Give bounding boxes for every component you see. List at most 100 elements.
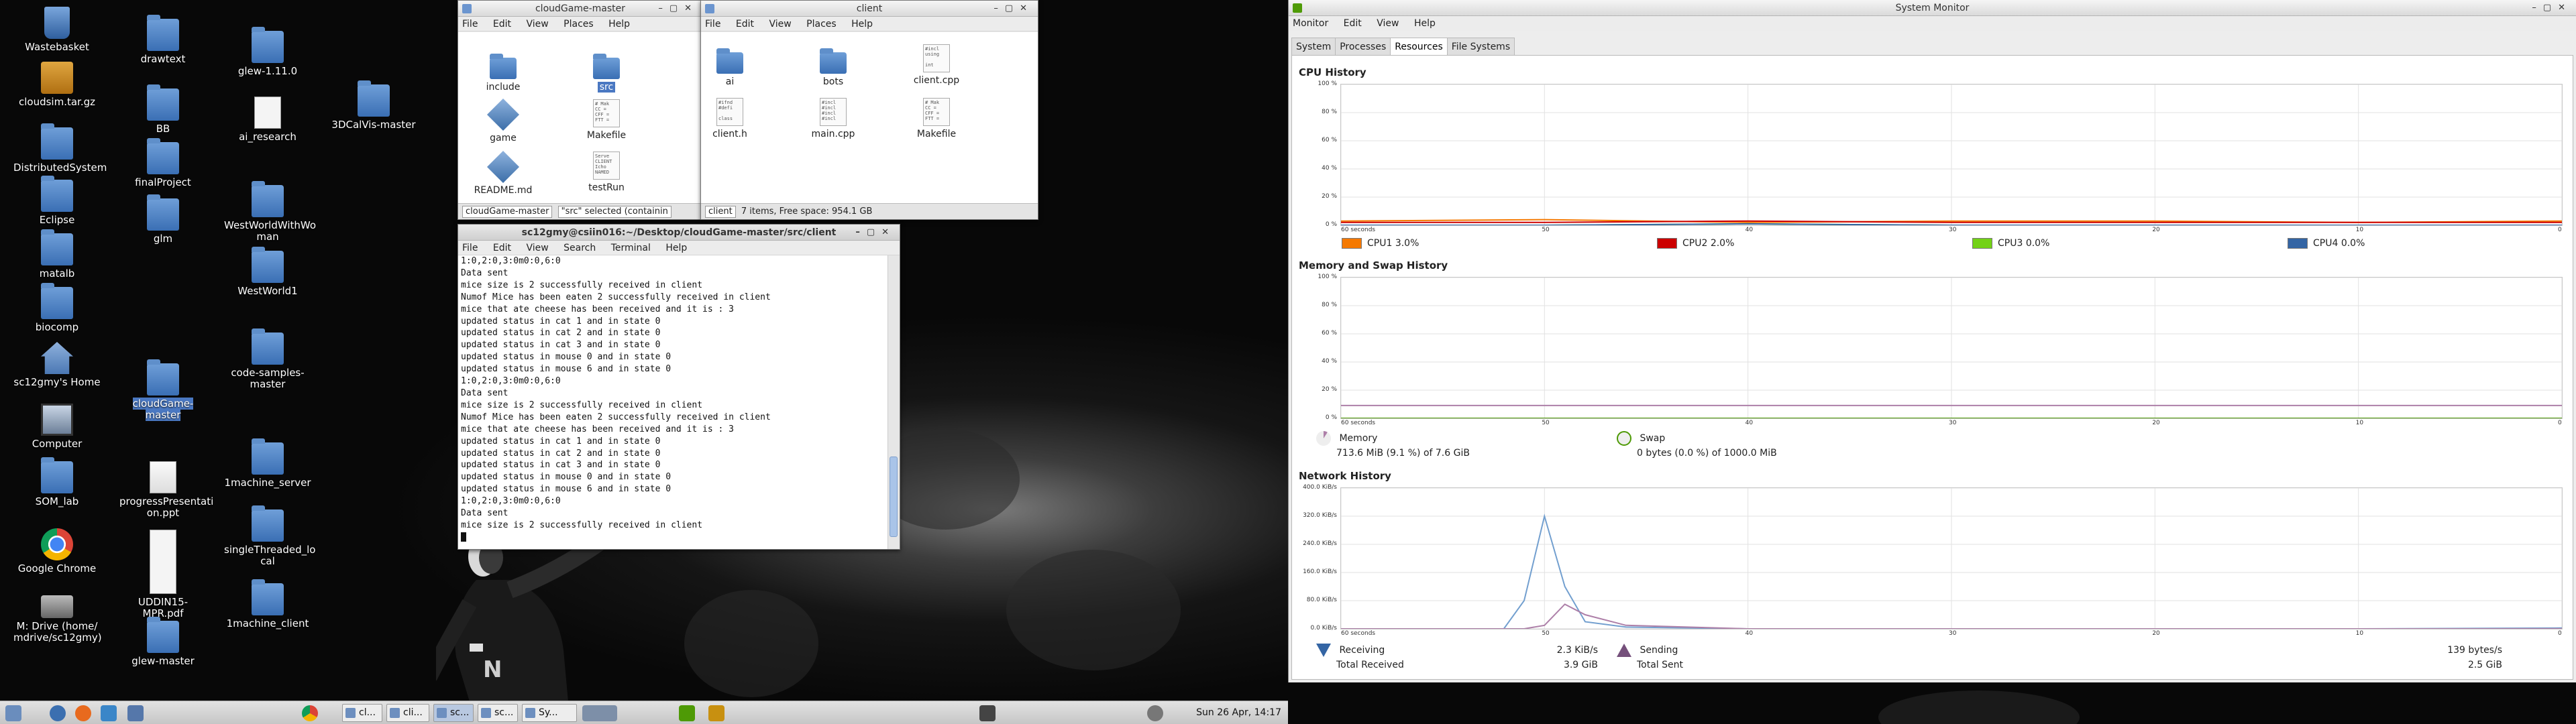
- clock[interactable]: Sun 26 Apr, 14:17: [1196, 701, 1281, 724]
- fm-right-item[interactable]: #incl using int client.cpp: [900, 44, 973, 86]
- taskbar-button-cloudgame[interactable]: cl...: [342, 704, 382, 722]
- taskbar-button-terminal-2[interactable]: sc...: [478, 704, 518, 722]
- tab-file-systems[interactable]: File Systems: [1446, 38, 1515, 55]
- desktop-icon-eclipse[interactable]: Eclipse: [13, 176, 101, 226]
- terminal-icon[interactable]: [979, 705, 996, 721]
- folder-icon[interactable]: [708, 705, 724, 721]
- color-swatch[interactable]: [1657, 238, 1677, 249]
- volume-icon[interactable]: [1147, 705, 1163, 721]
- fm-left-item[interactable]: Serve CLIENT Icho NAMED testRun: [570, 152, 643, 193]
- desktop-icon-westworldwithwoman[interactable]: WestWorldWithWo man: [224, 181, 316, 243]
- menu-file[interactable]: File: [462, 19, 478, 29]
- desktop-icon-bb[interactable]: BB: [119, 84, 207, 135]
- help-icon[interactable]: [127, 705, 144, 721]
- desktop-icon-matalb[interactable]: matalb: [13, 229, 101, 280]
- window-controls[interactable]: –▢✕: [2532, 0, 2572, 16]
- color-swatch[interactable]: [1972, 238, 1992, 249]
- workspace-switcher[interactable]: [582, 705, 617, 721]
- desktop-icon-biocomp[interactable]: biocomp: [13, 283, 101, 333]
- menu-terminal[interactable]: Terminal: [611, 243, 651, 253]
- desktop-icon-1machine-client[interactable]: 1machine_client: [224, 579, 311, 629]
- menu-edit[interactable]: Edit: [493, 243, 511, 253]
- desktop-icon-som-lab[interactable]: SOM_lab: [13, 457, 101, 507]
- desktop-icon-progresspresentation[interactable]: progressPresentati on.ppt: [119, 461, 213, 519]
- app-icon[interactable]: [679, 705, 695, 721]
- menu-places[interactable]: Places: [564, 19, 594, 29]
- fm-left-titlebar[interactable]: cloudGame-master –▢✕: [458, 1, 702, 17]
- start-menu-icon[interactable]: [5, 705, 21, 721]
- menu-help[interactable]: Help: [1414, 18, 1436, 29]
- window-controls[interactable]: –▢✕: [994, 1, 1034, 17]
- fm-left-icon-view[interactable]: include src game # Mak CC = CFF = FTT = Make…: [458, 32, 702, 203]
- menu-edit[interactable]: Edit: [1344, 18, 1362, 29]
- menu-edit[interactable]: Edit: [736, 19, 754, 29]
- fm-right-titlebar[interactable]: client –▢✕: [701, 1, 1038, 17]
- window-controls[interactable]: –▢✕: [855, 225, 896, 241]
- menu-search[interactable]: Search: [564, 243, 596, 253]
- menu-places[interactable]: Places: [806, 19, 837, 29]
- desktop-icon-glm[interactable]: glm: [119, 194, 207, 245]
- menu-monitor[interactable]: Monitor: [1293, 18, 1328, 29]
- tab-processes[interactable]: Processes: [1335, 38, 1391, 55]
- menu-help[interactable]: Help: [851, 19, 873, 29]
- menu-view[interactable]: View: [1377, 18, 1399, 29]
- tab-resources[interactable]: Resources: [1390, 38, 1448, 55]
- terminal-output[interactable]: 1:0,2:0,3:0m0:0,6:0 Data sent mice size is…: [458, 255, 888, 549]
- fm-left-item[interactable]: game: [466, 98, 540, 143]
- menu-file[interactable]: File: [705, 19, 720, 29]
- menu-edit[interactable]: Edit: [493, 19, 511, 29]
- tab-system[interactable]: System: [1291, 38, 1336, 55]
- tools-icon[interactable]: [101, 705, 117, 721]
- taskbar-button-client[interactable]: cli...: [386, 704, 429, 722]
- desktop-icon-code-samples-master[interactable]: code-samples- master: [224, 328, 311, 390]
- path-combo[interactable]: cloudGame-master: [462, 205, 553, 218]
- path-combo[interactable]: client: [705, 205, 736, 218]
- window-controls[interactable]: –▢✕: [658, 1, 698, 17]
- desktop-icon-uddin15[interactable]: UDDIN15-MPR.pdf: [119, 530, 207, 619]
- taskbar-button-system-monitor[interactable]: Sy...: [522, 704, 577, 722]
- menu-view[interactable]: View: [769, 19, 791, 29]
- desktop-icon-home[interactable]: sc12gmy's Home: [13, 342, 101, 388]
- firefox-icon[interactable]: [75, 705, 91, 721]
- color-swatch[interactable]: [2288, 238, 2308, 249]
- fm-left-item[interactable]: # Mak CC = CFF = FTT = Makefile: [570, 99, 643, 141]
- fm-right-icon-view[interactable]: ai bots #incl using int client.cpp #ifnd #de…: [701, 32, 1038, 203]
- terminal-scrollbar[interactable]: [888, 255, 900, 549]
- fm-right-item[interactable]: ai: [693, 46, 767, 87]
- menu-help[interactable]: Help: [608, 19, 630, 29]
- fm-right-item[interactable]: bots: [796, 46, 870, 87]
- desktop-icon-distributedsystem[interactable]: DistributedSystem: [13, 123, 107, 174]
- desktop-icon-wastebasket[interactable]: Wastebasket: [13, 7, 101, 53]
- taskbar-button-terminal[interactable]: sc...: [433, 704, 474, 722]
- fm-left-item[interactable]: include: [466, 51, 540, 93]
- menu-view[interactable]: View: [526, 243, 548, 253]
- desktop-icon-3dcalvis-master[interactable]: 3DCalVis-master: [330, 80, 417, 131]
- desktop-icon-m-drive[interactable]: M: Drive (home/ mdrive/sc12gmy): [13, 595, 102, 644]
- fm-left-item[interactable]: src: [570, 51, 643, 93]
- fm-left-item[interactable]: README.md: [466, 150, 540, 196]
- scrollbar-thumb[interactable]: [890, 457, 898, 537]
- desktop-icon-google-chrome[interactable]: Google Chrome: [13, 528, 101, 575]
- fm-right-item[interactable]: # Mak CC = CFF = FTT = Makefile: [900, 98, 973, 139]
- menu-help[interactable]: Help: [665, 243, 687, 253]
- browser-icon[interactable]: [50, 705, 66, 721]
- sysmon-titlebar[interactable]: System Monitor –▢✕: [1289, 0, 2576, 16]
- desktop-icon-1machine-server[interactable]: 1machine_server: [224, 438, 311, 489]
- fm-right-item[interactable]: #incl #incl #incl #incl main.cpp: [796, 98, 870, 139]
- desktop-icon-ai-research[interactable]: ai_research: [224, 97, 311, 143]
- desktop-icon-drawtext[interactable]: drawtext: [119, 15, 207, 65]
- fm-right-item[interactable]: #ifnd #defi class client.h: [693, 98, 767, 139]
- menu-view[interactable]: View: [526, 19, 548, 29]
- terminal-titlebar[interactable]: sc12gmy@csiin016:~/Desktop/cloudGame-mas…: [458, 225, 900, 241]
- chrome-icon[interactable]: [302, 705, 318, 721]
- color-swatch[interactable]: [1342, 238, 1362, 249]
- desktop-icon-glew-1-11[interactable]: glew-1.11.0: [224, 27, 311, 77]
- desktop-icon-cloudgame-master[interactable]: cloudGame- master: [119, 359, 207, 421]
- desktop-icon-singlethreaded-local[interactable]: singleThreaded_lo cal: [224, 505, 315, 567]
- desktop-icon-cloudsim[interactable]: cloudsim.tar.gz: [13, 62, 101, 108]
- desktop-icon-westworld1[interactable]: WestWorld1: [224, 247, 311, 297]
- desktop-icon-glew-master[interactable]: glew-master: [119, 617, 207, 667]
- desktop-icon-finalproject[interactable]: finalProject: [119, 138, 207, 188]
- desktop-icon-computer[interactable]: Computer: [13, 404, 101, 450]
- menu-file[interactable]: File: [462, 243, 478, 253]
